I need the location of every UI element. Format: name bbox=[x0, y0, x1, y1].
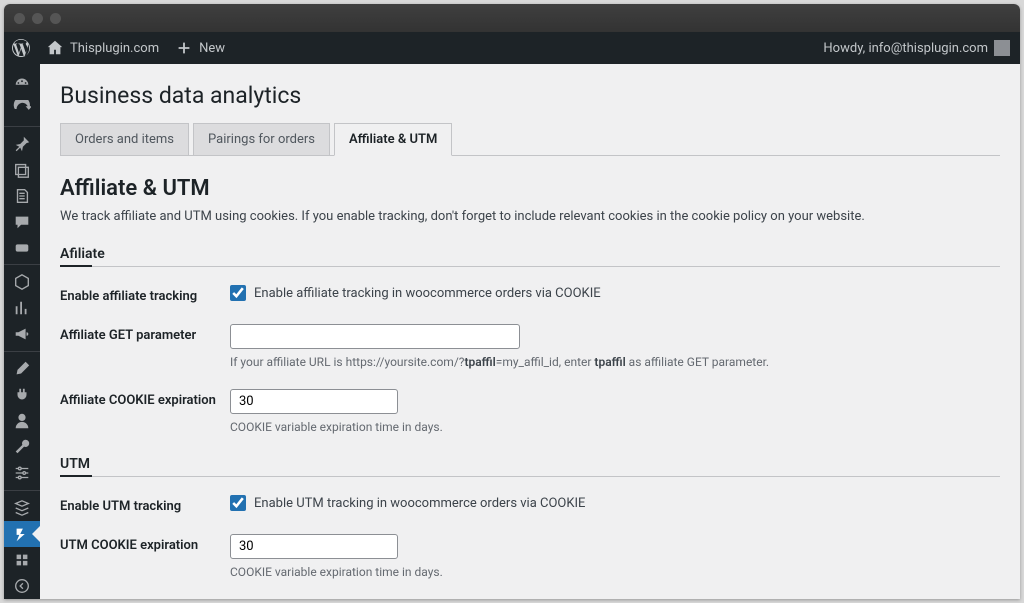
sidebar-item-dashboard[interactable] bbox=[4, 70, 40, 96]
sliders-icon bbox=[13, 464, 31, 482]
logo-icon bbox=[13, 525, 31, 543]
user-icon bbox=[13, 412, 31, 430]
main-content: Business data analytics Orders and items… bbox=[40, 64, 1020, 599]
refresh-icon bbox=[13, 100, 31, 118]
sidebar-item-plugins[interactable] bbox=[4, 382, 40, 408]
admin-toolbar-right[interactable]: Howdy, info@thisplugin.com bbox=[823, 40, 1010, 56]
bar-chart-icon bbox=[13, 299, 31, 317]
sidebar-item-users[interactable] bbox=[4, 408, 40, 434]
row-affiliate-get: Affiliate GET parameter If your affiliat… bbox=[60, 312, 1000, 377]
checkbox-text-enable-utm: Enable UTM tracking in woocommerce order… bbox=[254, 496, 585, 511]
plug-icon bbox=[13, 386, 31, 404]
sidebar-item-woo[interactable] bbox=[4, 235, 40, 261]
sidebar-item-collapse[interactable] bbox=[4, 573, 40, 599]
media-icon bbox=[13, 161, 31, 179]
label-affiliate-cookie: Affiliate COOKIE expiration bbox=[60, 389, 230, 408]
site-name-menu[interactable]: Thisplugin.com bbox=[38, 32, 167, 64]
sidebar-item-analytics[interactable] bbox=[4, 295, 40, 321]
grid-icon bbox=[13, 551, 31, 569]
input-affiliate-cookie[interactable] bbox=[230, 389, 398, 414]
sidebar-item-thisplugin[interactable] bbox=[4, 521, 40, 547]
input-utm-cookie[interactable] bbox=[230, 534, 398, 559]
sidebar-item-tools[interactable] bbox=[4, 434, 40, 460]
stack-icon bbox=[13, 499, 31, 517]
sidebar-divider-4 bbox=[4, 486, 40, 491]
wrench-icon bbox=[13, 438, 31, 456]
minimize-dot[interactable] bbox=[32, 13, 43, 24]
comment-icon bbox=[13, 213, 31, 231]
new-content-menu[interactable]: New bbox=[167, 32, 233, 64]
sidebar-item-comments[interactable] bbox=[4, 209, 40, 235]
sidebar-item-generic-1[interactable] bbox=[4, 495, 40, 521]
section-description: We track affiliate and UTM using cookies… bbox=[60, 209, 1000, 224]
howdy-text: Howdy, info@thisplugin.com bbox=[823, 41, 988, 56]
new-label: New bbox=[199, 41, 225, 56]
checkbox-enable-utm[interactable] bbox=[230, 495, 246, 511]
tab-affiliate-utm[interactable]: Affiliate & UTM bbox=[334, 123, 452, 156]
close-dot[interactable] bbox=[14, 13, 25, 24]
sidebar-item-posts[interactable] bbox=[4, 131, 40, 157]
pin-icon bbox=[13, 135, 31, 153]
brush-icon bbox=[13, 360, 31, 378]
sidebar-item-pages[interactable] bbox=[4, 183, 40, 209]
page-title: Business data analytics bbox=[60, 82, 1000, 109]
row-enable-affiliate: Enable affiliate tracking Enable affilia… bbox=[60, 273, 1000, 312]
woo-icon bbox=[13, 239, 31, 257]
home-icon bbox=[46, 39, 64, 57]
megaphone-icon bbox=[13, 325, 31, 343]
checkbox-label-enable-utm[interactable]: Enable UTM tracking in woocommerce order… bbox=[230, 495, 1000, 511]
checkbox-enable-affiliate[interactable] bbox=[230, 285, 246, 301]
avatar bbox=[994, 40, 1010, 56]
sidebar-divider-3 bbox=[4, 347, 40, 352]
box-icon bbox=[13, 273, 31, 291]
admin-toolbar: Thisplugin.com New Howdy, info@thisplugi… bbox=[4, 32, 1020, 64]
dashboard-icon bbox=[13, 74, 31, 92]
collapse-icon bbox=[13, 577, 31, 595]
tab-orders-items[interactable]: Orders and items bbox=[60, 123, 189, 155]
checkbox-text-enable-affiliate: Enable affiliate tracking in woocommerce… bbox=[254, 286, 601, 301]
admin-toolbar-left: Thisplugin.com New bbox=[4, 32, 233, 64]
sidebar-item-settings[interactable] bbox=[4, 460, 40, 486]
row-utm-cookie: UTM COOKIE expiration COOKIE variable ex… bbox=[60, 522, 1000, 587]
window-titlebar bbox=[4, 4, 1020, 32]
sidebar-item-marketing[interactable] bbox=[4, 321, 40, 347]
sidebar-item-appearance[interactable] bbox=[4, 356, 40, 382]
admin-sidebar bbox=[4, 64, 40, 599]
sidebar-item-products[interactable] bbox=[4, 269, 40, 295]
page-tabs: Orders and items Pairings for orders Aff… bbox=[60, 123, 1000, 156]
site-name: Thisplugin.com bbox=[70, 41, 159, 56]
section-title: Affiliate & UTM bbox=[60, 176, 1000, 201]
affiliate-heading: Afiliate bbox=[60, 246, 1000, 267]
label-utm-cookie: UTM COOKIE expiration bbox=[60, 534, 230, 553]
pages-icon bbox=[13, 187, 31, 205]
maximize-dot[interactable] bbox=[50, 13, 61, 24]
sidebar-item-updates[interactable] bbox=[4, 96, 40, 122]
utm-heading: UTM bbox=[60, 456, 1000, 477]
tab-pairings[interactable]: Pairings for orders bbox=[193, 123, 330, 155]
plus-icon bbox=[175, 39, 193, 57]
label-enable-affiliate: Enable affiliate tracking bbox=[60, 285, 230, 304]
wp-logo-menu[interactable] bbox=[4, 32, 38, 64]
input-affiliate-get[interactable] bbox=[230, 324, 520, 349]
hint-affiliate-get: If your affiliate URL is https://yoursit… bbox=[230, 355, 1000, 369]
label-affiliate-get: Affiliate GET parameter bbox=[60, 324, 230, 343]
hint-utm-cookie: COOKIE variable expiration time in days. bbox=[230, 565, 1000, 579]
label-enable-utm: Enable UTM tracking bbox=[60, 495, 230, 514]
checkbox-label-enable-affiliate[interactable]: Enable affiliate tracking in woocommerce… bbox=[230, 285, 1000, 301]
row-enable-utm: Enable UTM tracking Enable UTM tracking … bbox=[60, 483, 1000, 522]
row-affiliate-cookie: Affiliate COOKIE expiration COOKIE varia… bbox=[60, 377, 1000, 442]
app-window: Thisplugin.com New Howdy, info@thisplugi… bbox=[4, 4, 1020, 599]
sidebar-divider bbox=[4, 122, 40, 127]
layout: Business data analytics Orders and items… bbox=[4, 64, 1020, 599]
sidebar-item-generic-2[interactable] bbox=[4, 547, 40, 573]
wordpress-icon bbox=[12, 39, 30, 57]
sidebar-divider-2 bbox=[4, 261, 40, 266]
hint-affiliate-cookie: COOKIE variable expiration time in days. bbox=[230, 420, 1000, 434]
sidebar-item-media[interactable] bbox=[4, 157, 40, 183]
